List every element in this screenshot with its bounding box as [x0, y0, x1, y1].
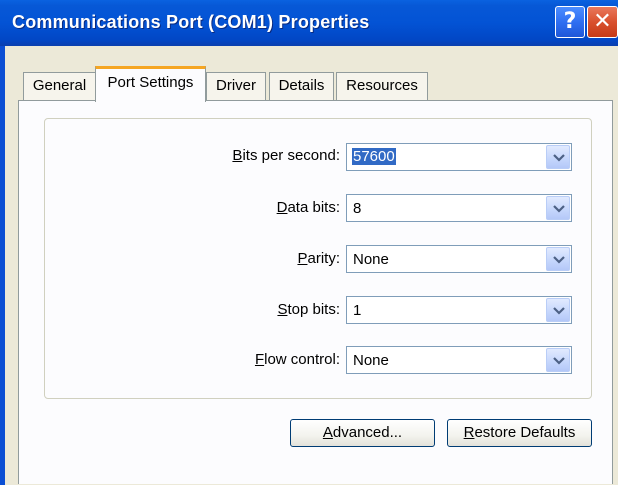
title-bar[interactable]: Communications Port (COM1) Properties ? …	[0, 0, 618, 46]
tab-port-settings[interactable]: Port Settings	[95, 66, 206, 102]
tab-label: General	[32, 77, 87, 94]
tab-driver[interactable]: Driver	[206, 72, 266, 100]
tab-label: Details	[278, 77, 325, 94]
close-icon: ✕	[593, 9, 612, 34]
parity-select[interactable]: None	[346, 245, 572, 273]
flow-control-select[interactable]: None	[346, 346, 572, 374]
tab-general[interactable]: General	[23, 72, 96, 100]
dropdown-button[interactable]	[546, 298, 570, 322]
parity-label: Parity:	[297, 250, 340, 267]
tab-label: Resources	[346, 77, 418, 94]
stop-bits-label: Stop bits:	[277, 301, 340, 318]
help-icon: ?	[563, 9, 577, 34]
tab-label: Port Settings	[107, 74, 194, 91]
bits-per-second-select[interactable]: 57600	[346, 143, 572, 171]
data-bits-select[interactable]: 8	[346, 194, 572, 222]
dropdown-button[interactable]	[546, 145, 570, 169]
chevron-down-icon	[553, 154, 565, 162]
bits-per-second-value: 57600	[352, 148, 396, 165]
dropdown-button[interactable]	[546, 247, 570, 271]
bits-per-second-label: Bits per second:	[232, 147, 340, 164]
window-title: Communications Port (COM1) Properties	[12, 12, 370, 32]
chevron-down-icon	[553, 307, 565, 315]
stop-bits-select[interactable]: 1	[346, 296, 572, 324]
dropdown-button[interactable]	[546, 348, 570, 372]
flow-control-label: Flow control:	[254, 351, 340, 368]
help-button[interactable]: ?	[555, 6, 585, 38]
advanced-button[interactable]: Advanced...	[290, 419, 435, 447]
parity-value: None	[353, 251, 389, 268]
window-frame-left	[0, 46, 5, 485]
tab-resources[interactable]: Resources	[336, 72, 428, 100]
chevron-down-icon	[553, 256, 565, 264]
data-bits-label: Data bits:	[276, 199, 340, 216]
chevron-down-icon	[553, 205, 565, 213]
dropdown-button[interactable]	[546, 196, 570, 220]
tab-details[interactable]: Details	[269, 72, 334, 100]
stop-bits-value: 1	[353, 302, 362, 319]
data-bits-value: 8	[353, 200, 362, 217]
restore-defaults-button[interactable]: Restore Defaults	[447, 419, 592, 447]
chevron-down-icon	[553, 357, 565, 365]
flow-control-value: None	[353, 352, 389, 369]
close-button[interactable]: ✕	[587, 6, 618, 38]
tab-label: Driver	[216, 77, 256, 94]
